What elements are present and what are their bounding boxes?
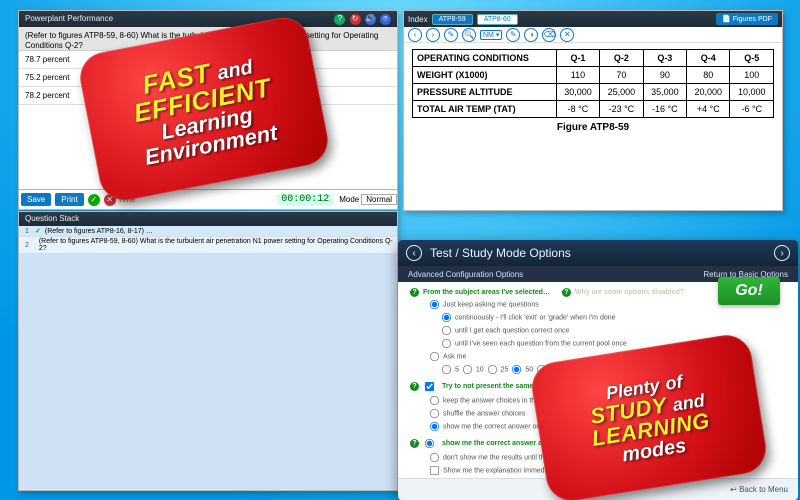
dialog-subtitle: Advanced Configuration Options — [408, 270, 523, 279]
table-row: WEIGHT (X1000)110709080100 — [413, 67, 774, 84]
table-cell: TOTAL AIR TEMP (TAT) — [413, 101, 557, 118]
unit-select[interactable]: NM ▾ — [480, 30, 502, 40]
row-text: (Refer to figures ATP8-59, 8-60) What is… — [39, 238, 393, 252]
help-icon[interactable]: ? — [410, 288, 419, 297]
table-cell: 80 — [687, 67, 730, 84]
help-icon[interactable]: ? — [410, 439, 419, 448]
table-cell: PRESSURE ALTITUDE — [413, 84, 557, 101]
table-cell: 35,000 — [643, 84, 686, 101]
help-icon[interactable]: ? — [562, 288, 571, 297]
clear-icon[interactable]: ✕ — [560, 28, 574, 42]
table-cell: 10,000 — [730, 84, 774, 101]
sound-icon[interactable]: 🔊 — [365, 14, 376, 25]
nav-next-icon[interactable]: › — [426, 28, 440, 42]
back-to-menu-link[interactable]: ↩ Back to Menu — [730, 485, 788, 494]
tab-figure[interactable]: ATP8-59 — [432, 14, 473, 25]
nav-prev-icon[interactable]: ‹ — [408, 28, 422, 42]
check-icon[interactable]: ✓ — [88, 194, 100, 206]
table-header-cell: Q-4 — [687, 50, 730, 67]
tab-figure[interactable]: ATP8-60 — [477, 14, 518, 25]
titlebar-icons: ? ↻ 🔊 ⍟ — [332, 11, 391, 27]
timer-readout: 00:00:12 — [277, 194, 333, 205]
table-row: TOTAL AIR TEMP (TAT)-8 °C-23 °C-16 °C+4 … — [413, 101, 774, 118]
question-list-panel: Question Stack 1 ✓ (Refer to figures ATP… — [18, 211, 398, 491]
figure-panel: Index ATP8-59 ATP8-60 📄 Figures PDF ‹ › … — [403, 10, 783, 211]
faded-hint: Why are some options disabled? — [575, 289, 684, 296]
row-text: (Refer to figures ATP8-16, 8-17) … — [45, 228, 153, 235]
help-icon[interactable]: ? — [334, 14, 345, 25]
table-cell: 25,000 — [600, 84, 643, 101]
row-index: 2 — [23, 242, 31, 249]
print-button[interactable]: Print — [55, 193, 83, 206]
figures-pdf-button[interactable]: 📄 Figures PDF — [716, 13, 778, 25]
mode-value[interactable]: Normal — [361, 194, 397, 205]
table-cell: -6 °C — [730, 101, 774, 118]
table-cell: 70 — [600, 67, 643, 84]
figure-body: OPERATING CONDITIONSQ-1Q-2Q-3Q-4Q-5 WEIG… — [404, 43, 782, 210]
table-row[interactable]: 2 (Refer to figures ATP8-59, 8-60) What … — [19, 237, 397, 254]
question-titlebar: Powerplant Performance ? ↻ 🔊 ⍟ — [19, 11, 397, 27]
row-index: 1 — [23, 228, 31, 235]
question-footer: Save Print ✓ ✕ Time 00:00:12 Mode Normal — [18, 190, 398, 210]
save-button[interactable]: Save — [21, 193, 51, 206]
highlight-icon[interactable]: ◑ — [524, 28, 538, 42]
table-header-cell: Q-1 — [556, 50, 599, 67]
operating-conditions-table: OPERATING CONDITIONSQ-1Q-2Q-3Q-4Q-5 WEIG… — [412, 49, 774, 118]
figure-toolbar: ‹ › ✎ 🔍 NM ▾ ✎ ◑ ⌫ ✕ — [404, 27, 782, 43]
table-header-cell: Q-3 — [643, 50, 686, 67]
question-list-title: Question Stack — [19, 212, 397, 226]
table-row: PRESSURE ALTITUDE30,00025,00035,00020,00… — [413, 84, 774, 101]
table-cell: 110 — [556, 67, 599, 84]
table-header-cell: Q-2 — [600, 50, 643, 67]
erase-icon[interactable]: ⌫ — [542, 28, 556, 42]
table-cell: WEIGHT (X1000) — [413, 67, 557, 84]
profile-icon[interactable]: ⍟ — [380, 14, 391, 25]
table-cell: 100 — [730, 67, 774, 84]
group-lead: From the subject areas I've selected… — [423, 289, 550, 296]
zoom-icon[interactable]: 🔍 — [462, 28, 476, 42]
mode-label: Mode — [339, 195, 359, 204]
index-label[interactable]: Index — [408, 15, 428, 24]
opt-continuously[interactable]: continuously - I'll click 'exit' or 'gra… — [410, 311, 786, 324]
table-header-cell: Q-5 — [730, 50, 774, 67]
table-cell: -23 °C — [600, 101, 643, 118]
table-cell: -16 °C — [643, 101, 686, 118]
question-title: Powerplant Performance — [25, 11, 113, 27]
opt-show-after[interactable] — [425, 439, 434, 448]
table-row[interactable]: 1 ✓ (Refer to figures ATP8-16, 8-17) … — [19, 226, 397, 237]
forward-icon[interactable]: › — [774, 245, 790, 261]
check-icon: ✓ — [35, 227, 41, 235]
sticker-text: of — [664, 371, 684, 393]
refresh-icon[interactable]: ↻ — [350, 14, 361, 25]
figures-pdf-label: Figures PDF — [733, 16, 772, 23]
figure-caption: Figure ATP8-59 — [412, 122, 774, 133]
go-button[interactable]: Go! — [718, 277, 780, 305]
table-cell: +4 °C — [687, 101, 730, 118]
measure-icon[interactable]: ✎ — [444, 28, 458, 42]
back-icon[interactable]: ‹ — [406, 245, 422, 261]
draw-icon[interactable]: ✎ — [506, 28, 520, 42]
table-cell: 90 — [643, 67, 686, 84]
table-header-cell: OPERATING CONDITIONS — [413, 50, 557, 67]
table-cell: 30,000 — [556, 84, 599, 101]
table-cell: 20,000 — [687, 84, 730, 101]
opt-no-repeat[interactable] — [425, 382, 434, 391]
figure-tabbar: Index ATP8-59 ATP8-60 📄 Figures PDF — [404, 11, 782, 27]
dialog-header: ‹ Test / Study Mode Options › — [398, 240, 798, 266]
help-icon[interactable]: ? — [410, 382, 419, 391]
dialog-title: Test / Study Mode Options — [430, 246, 571, 260]
table-cell: -8 °C — [556, 101, 599, 118]
